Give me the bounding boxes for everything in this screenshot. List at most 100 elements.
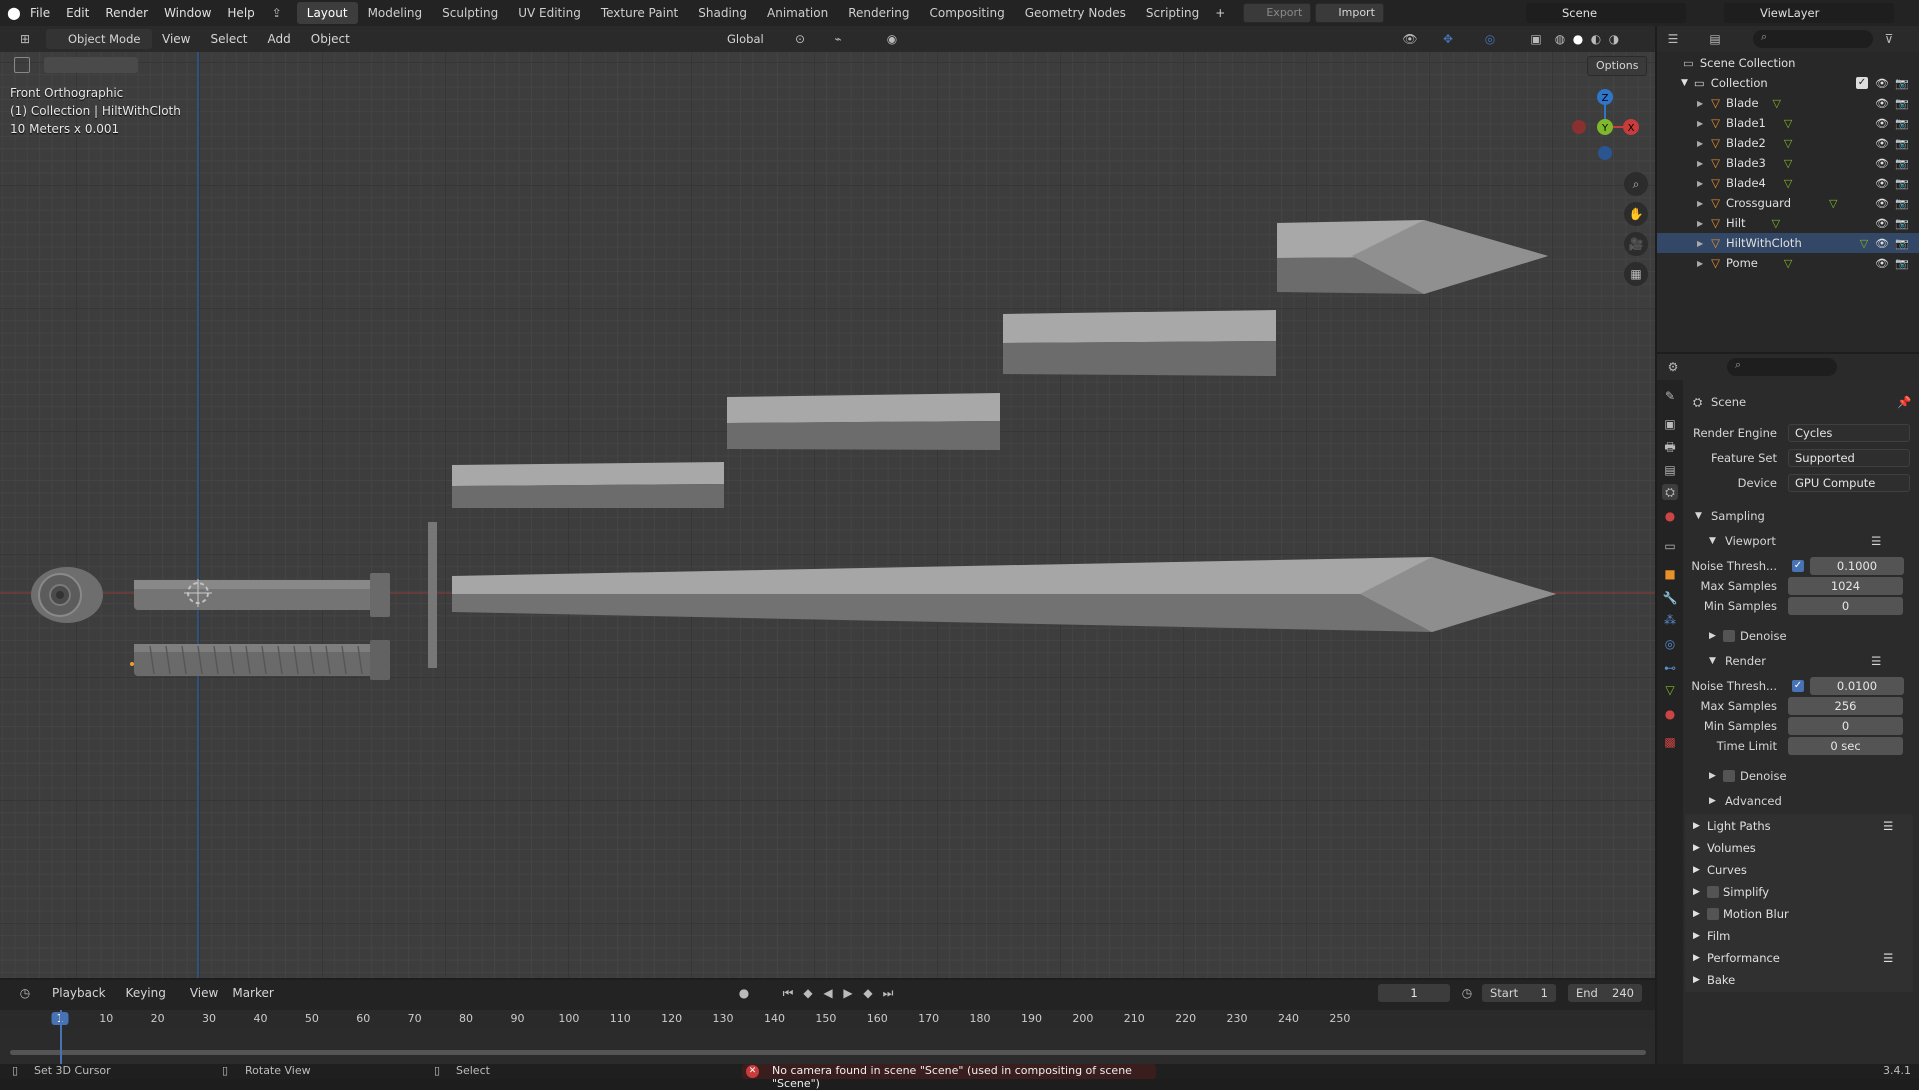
crossguard-object[interactable]	[428, 522, 437, 668]
eye-icon[interactable]: 👁	[1875, 117, 1889, 130]
outliner-item-pome[interactable]: ▶ ▽ Pome ▽ 👁 📷	[1657, 253, 1919, 273]
outliner-item-crossguard[interactable]: ▶ ▽ Crossguard ▽ 👁 📷	[1657, 193, 1919, 213]
eye-icon[interactable]: 👁	[1875, 217, 1889, 230]
timeline-scrollbar[interactable]	[10, 1050, 1646, 1055]
render-camera-icon[interactable]: 📷	[1895, 97, 1909, 110]
tab-rendering[interactable]: Rendering	[838, 2, 919, 24]
render-camera-icon[interactable]: 📷	[1895, 257, 1909, 270]
eye-icon[interactable]: 👁	[1875, 237, 1889, 250]
render-camera-icon[interactable]: 📷	[1895, 237, 1909, 250]
tab-scripting[interactable]: Scripting	[1136, 2, 1209, 24]
panel-simplify[interactable]: ▶ Simplify	[1685, 880, 1913, 904]
jump-start-icon[interactable]: ⏮	[780, 985, 796, 1001]
timeline-area[interactable]	[0, 1030, 1655, 1064]
eye-icon[interactable]: 👁	[1875, 197, 1889, 210]
record-icon[interactable]: ●	[736, 985, 752, 1001]
scene-objects[interactable]	[0, 52, 1655, 978]
collection-row[interactable]: ▼ ▭ Collection ✓ 👁 📷	[1657, 73, 1919, 93]
playback-menu[interactable]: Playback	[52, 986, 106, 1000]
marker-menu[interactable]: Marker	[232, 986, 273, 1000]
menu-add[interactable]: Add	[258, 32, 301, 46]
mesh-data-icon[interactable]: ▽	[1784, 177, 1792, 190]
snap-icon[interactable]: ⌁	[830, 31, 846, 47]
render-camera-icon[interactable]: 📷	[1895, 157, 1909, 170]
tab-animation[interactable]: Animation	[757, 2, 838, 24]
outliner-item-blade4[interactable]: ▶ ▽ Blade4 ▽ 👁 📷	[1657, 173, 1919, 193]
mesh-data-icon[interactable]: ▽	[1829, 197, 1837, 210]
expand-icon[interactable]: ▶	[1697, 159, 1703, 168]
solid-shading-icon[interactable]: ●	[1570, 31, 1586, 47]
mesh-data-icon[interactable]: ▽	[1784, 257, 1792, 270]
tab-compositing[interactable]: Compositing	[919, 2, 1014, 24]
expand-icon[interactable]: ▶	[1697, 259, 1703, 268]
error-report[interactable]: ✕ No camera found in scene "Scene" (used…	[742, 1064, 1156, 1090]
properties-search[interactable]: ⌕	[1727, 358, 1837, 376]
hilt-object[interactable]	[134, 573, 390, 617]
outliner-item-hilt[interactable]: ▶ ▽ Hilt ▽ 👁 📷	[1657, 213, 1919, 233]
zoom-icon[interactable]: ⌕	[1624, 172, 1648, 196]
expand-icon[interactable]: ▶	[1697, 219, 1703, 228]
tab-layout[interactable]: Layout	[296, 2, 358, 24]
blade3-object[interactable]	[1003, 310, 1276, 376]
r-min-field[interactable]: 0	[1788, 717, 1903, 735]
render-subheader[interactable]: ▼ Render ☰	[1657, 651, 1919, 671]
mesh-data-icon[interactable]: ▽	[1784, 157, 1792, 170]
pivot-icon[interactable]: ⊙	[792, 31, 808, 47]
pin-icon[interactable]: 📌	[1897, 395, 1911, 409]
render-presets-icon[interactable]: ☰	[1871, 654, 1881, 668]
tab-texture-paint[interactable]: Texture Paint	[591, 2, 688, 24]
orientation-dropdown[interactable]: Global	[705, 29, 783, 49]
jump-end-icon[interactable]: ⏭	[880, 985, 896, 1001]
expand-icon[interactable]: ▶	[1697, 179, 1703, 188]
panel-volumes[interactable]: ▶ Volumes	[1685, 836, 1913, 860]
pome-object[interactable]	[31, 567, 103, 623]
display-mode-icon[interactable]: ▤	[1707, 31, 1723, 47]
navigation-gizmo[interactable]: Z Y X	[1560, 82, 1650, 172]
next-keyframe-icon[interactable]: ◆	[860, 985, 876, 1001]
blender-logo-icon[interactable]: ⬤	[6, 5, 22, 21]
rendered-shading-icon[interactable]: ◑	[1606, 31, 1622, 47]
render-camera-icon[interactable]: 📷	[1895, 177, 1909, 190]
mesh-data-icon[interactable]: ▽	[1772, 217, 1780, 230]
current-frame-field[interactable]: 1	[1378, 984, 1450, 1002]
mesh-data-icon[interactable]: ▽	[1773, 97, 1781, 110]
playhead-line[interactable]	[60, 1010, 62, 1064]
overlay-toggle-icon[interactable]: ◎	[1482, 31, 1498, 47]
vp-denoise-row[interactable]: ▶ Denoise	[1657, 626, 1919, 646]
panel-checkbox[interactable]	[1707, 886, 1719, 898]
panel-motion-blur[interactable]: ▶ Motion Blur	[1685, 902, 1913, 926]
sampling-header[interactable]: ▼ Sampling	[1657, 506, 1919, 526]
render-camera-icon[interactable]: 📷	[1895, 77, 1909, 90]
blade4-object[interactable]	[1277, 220, 1548, 294]
outliner-item-hiltwithcloth[interactable]: ▶ ▽ HiltWithCloth ▽ 👁 📷	[1657, 233, 1919, 253]
add-workspace-icon[interactable]: +	[1209, 2, 1231, 24]
camera-view-icon[interactable]: 🎥	[1624, 232, 1648, 256]
blade-object[interactable]	[452, 557, 1556, 632]
scene-selector[interactable]: Scene	[1526, 3, 1686, 23]
expand-icon[interactable]: ▶	[1697, 99, 1703, 108]
upload-icon[interactable]: ⇪	[263, 5, 291, 21]
eye-icon[interactable]: 👁	[1875, 177, 1889, 190]
panel-presets-icon[interactable]: ☰	[1883, 946, 1893, 970]
device-dropdown[interactable]: GPU Compute	[1788, 474, 1910, 492]
vp-denoise-checkbox[interactable]	[1723, 630, 1735, 642]
vp-max-field[interactable]: 1024	[1788, 577, 1903, 595]
wireframe-shading-icon[interactable]: ◍	[1552, 31, 1568, 47]
mode-dropdown[interactable]: Object Mode	[46, 29, 152, 49]
outliner-item-blade2[interactable]: ▶ ▽ Blade2 ▽ 👁 📷	[1657, 133, 1919, 153]
outliner-item-blade[interactable]: ▶ ▽ Blade ▽ 👁 📷	[1657, 93, 1919, 113]
menu-object[interactable]: Object	[301, 32, 360, 46]
expand-icon[interactable]: ▶	[1697, 199, 1703, 208]
timeline-editor-icon[interactable]: ◷	[12, 985, 38, 1001]
tab-modeling[interactable]: Modeling	[358, 2, 433, 24]
eye-icon[interactable]: 👁	[1875, 77, 1889, 90]
viewport-subheader[interactable]: ▼ Viewport ☰	[1657, 531, 1919, 551]
keying-menu[interactable]: Keying	[126, 986, 166, 1000]
expand-icon[interactable]: ▶	[1697, 119, 1703, 128]
eye-icon[interactable]: 👁	[1875, 137, 1889, 150]
proportional-edit-icon[interactable]: ◉	[884, 31, 900, 47]
render-camera-icon[interactable]: 📷	[1895, 137, 1909, 150]
panel-checkbox[interactable]	[1707, 908, 1719, 920]
viewlayer-selector[interactable]: ViewLayer	[1724, 3, 1894, 23]
perspective-toggle-icon[interactable]: ▦	[1624, 262, 1648, 286]
